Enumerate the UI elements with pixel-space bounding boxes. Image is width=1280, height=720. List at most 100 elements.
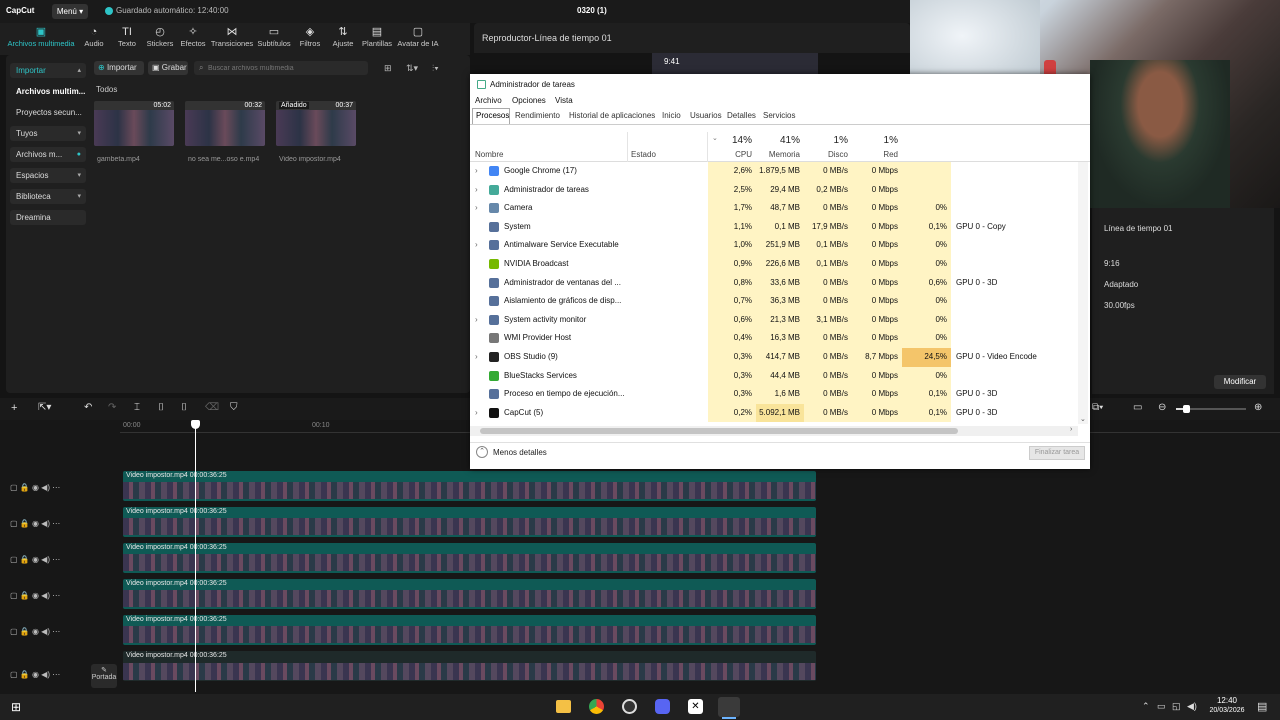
expand-chevron-icon[interactable]: › bbox=[475, 236, 478, 255]
sidebar-item-files[interactable]: Archivos m... ● bbox=[10, 147, 86, 162]
process-row[interactable]: NVIDIA Broadcast 0,9% 226,6 MB 0,1 MB/s 0 Mb… bbox=[470, 255, 1075, 274]
sidebar-item-library[interactable]: Biblioteca ▾ bbox=[10, 189, 86, 204]
media-thumb[interactable]: 05:02 bbox=[94, 101, 174, 146]
process-row[interactable]: BlueStacks Services 0,3% 44,4 MB 0 MB/s 0 Mb… bbox=[470, 366, 1075, 386]
process-row[interactable]: › OBS Studio (9) 0,3% 414,7 MB 0 MB/s 8,7 Mbp… bbox=[470, 348, 1075, 367]
zoom-slider-handle[interactable] bbox=[1183, 405, 1190, 413]
scroll-thumb[interactable] bbox=[480, 428, 958, 434]
process-row[interactable]: › Camera 1,7% 48,7 MB 0 MB/s 0 Mbps 0% bbox=[470, 199, 1075, 218]
tab-details[interactable]: Detalles bbox=[727, 111, 756, 123]
discord-icon[interactable] bbox=[655, 699, 670, 714]
collapse-icon[interactable]: ⌃ bbox=[476, 446, 488, 458]
expand-chevron-icon[interactable]: › bbox=[475, 311, 478, 330]
menu-file[interactable]: Archivo bbox=[475, 96, 502, 105]
process-row[interactable]: › Google Chrome (17) 2,6% 1.879,5 MB 0 MB/s 0… bbox=[470, 162, 1075, 181]
redo-icon[interactable]: ↷ bbox=[108, 402, 116, 413]
zoom-in-icon[interactable]: ⊕ bbox=[1254, 402, 1262, 413]
tool-effects[interactable]: ✧ Efectos bbox=[176, 25, 210, 48]
header-status[interactable]: Estado bbox=[631, 150, 656, 159]
process-row[interactable]: System 1,1% 0,1 MB 17,9 MB/s 0 Mbps 0,1% GPU 0… bbox=[470, 217, 1075, 237]
capcut-icon[interactable]: ✕ bbox=[688, 699, 703, 714]
clip[interactable]: Video impostor.mp4 00:00:36:25 bbox=[123, 507, 816, 537]
modify-button[interactable]: Modificar bbox=[1214, 375, 1266, 389]
sidebar-item-yours[interactable]: Tuyos ▾ bbox=[10, 126, 86, 141]
record-button[interactable]: ▣ Grabar bbox=[148, 61, 188, 75]
tool-transitions[interactable]: ⋈ Transiciones bbox=[210, 25, 254, 48]
tool-ai-avatar[interactable]: ▢ Avatar de IA bbox=[396, 25, 440, 48]
tool-adjust[interactable]: ⇅ Ajuste bbox=[326, 25, 360, 48]
process-row[interactable]: Administrador de ventanas del ... 0,8% 33,… bbox=[470, 273, 1075, 293]
expand-chevron-icon[interactable]: › bbox=[475, 162, 478, 181]
tab-performance[interactable]: Rendimiento bbox=[515, 111, 560, 123]
search-input[interactable] bbox=[194, 61, 368, 75]
expand-chevron-icon[interactable]: › bbox=[475, 181, 478, 200]
windows-start-icon[interactable]: ⊞ bbox=[11, 700, 21, 714]
clip-main[interactable]: Video impostor.mp4 00:00:36:25 bbox=[123, 651, 816, 681]
process-row[interactable]: › Administrador de tareas 2,5% 29,4 MB 0,2 M… bbox=[470, 180, 1075, 200]
network-icon[interactable]: ◱ bbox=[1172, 701, 1181, 712]
less-details-link[interactable]: Menos detalles bbox=[493, 448, 547, 457]
tray-chevron-icon[interactable]: ⌃ bbox=[1142, 701, 1150, 712]
volume-icon[interactable]: ◀) bbox=[1187, 701, 1197, 712]
trim-right-icon[interactable]: ⌷ bbox=[181, 402, 187, 413]
clock-date[interactable]: 20/03/2026 bbox=[1202, 707, 1252, 714]
tool-audio[interactable]: ◔ Audio bbox=[76, 25, 112, 48]
undo-icon[interactable]: ↶ bbox=[84, 402, 92, 413]
filter-icon[interactable]: ⫶▾ bbox=[432, 63, 439, 74]
header-name[interactable]: Nombre bbox=[475, 150, 503, 159]
sidebar-item-media[interactable]: Archivos multim... bbox=[10, 84, 86, 99]
sidebar-item-spaces[interactable]: Espacios ▾ bbox=[10, 168, 86, 183]
process-row[interactable]: Proceso en tiempo de ejecución... 0,3% 1,6… bbox=[470, 385, 1075, 404]
scroll-down-icon[interactable]: ⌄ bbox=[1080, 415, 1086, 423]
sidebar-item-import[interactable]: Importar ▴ bbox=[10, 63, 86, 78]
process-row[interactable]: › System activity monitor 0,6% 21,3 MB 3,1 M… bbox=[470, 310, 1075, 330]
player-preview[interactable]: 9:41 bbox=[652, 53, 818, 75]
tray-app-icon[interactable]: ▭ bbox=[1157, 701, 1166, 712]
import-button[interactable]: ⊕ Importar bbox=[94, 61, 144, 75]
tool-templates[interactable]: ▤ Plantillas bbox=[358, 25, 396, 48]
grid-view-icon[interactable]: ⊞ bbox=[384, 63, 392, 74]
sidebar-item-dreamina[interactable]: Dreamina bbox=[10, 210, 86, 225]
end-task-button[interactable]: Finalizar tarea bbox=[1029, 446, 1085, 460]
tab-app-history[interactable]: Historial de aplicaciones bbox=[569, 111, 655, 123]
expand-chevron-icon[interactable]: › bbox=[475, 199, 478, 218]
taskmgr-taskbar-icon[interactable] bbox=[718, 697, 740, 717]
menu-options[interactable]: Opciones bbox=[512, 96, 546, 105]
scroll-right-icon[interactable]: › bbox=[1070, 426, 1072, 433]
tool-text[interactable]: TI Texto bbox=[110, 25, 144, 48]
expand-chevron-icon[interactable]: › bbox=[475, 348, 478, 367]
tool-media[interactable]: ▣ Archivos multimedia bbox=[6, 25, 76, 48]
vertical-scrollbar[interactable]: ⌄ bbox=[1078, 162, 1088, 424]
cover-button[interactable]: ✎ Portada bbox=[91, 664, 117, 688]
chrome-icon[interactable] bbox=[589, 699, 604, 714]
obs-icon[interactable] bbox=[622, 699, 637, 714]
header-memory[interactable]: Memoria bbox=[756, 150, 804, 159]
file-explorer-icon[interactable] bbox=[556, 700, 571, 713]
playhead[interactable] bbox=[195, 420, 196, 692]
tool-stickers[interactable]: ◴ Stickers bbox=[142, 25, 178, 48]
header-cpu[interactable]: CPU bbox=[708, 150, 756, 159]
clip[interactable]: Video impostor.mp4 00:00:36:25 bbox=[123, 471, 816, 501]
zoom-out-icon[interactable]: ⊖ bbox=[1158, 402, 1166, 413]
preview-icon[interactable]: ▭ bbox=[1133, 402, 1142, 413]
split-icon[interactable]: ⌶ bbox=[134, 402, 140, 413]
tab-services[interactable]: Servicios bbox=[763, 111, 795, 123]
media-thumb[interactable]: Añadido 00:37 bbox=[276, 101, 356, 146]
tool-subtitles[interactable]: ▭ Subtítulos bbox=[254, 25, 294, 48]
tab-users[interactable]: Usuarios bbox=[690, 111, 722, 123]
snap-icon[interactable]: ⧉▾ bbox=[1092, 402, 1103, 413]
select-tool-icon[interactable]: ⇱▾ bbox=[38, 402, 51, 413]
clip[interactable]: Video impostor.mp4 00:00:36:25 bbox=[123, 579, 816, 609]
tool-filters[interactable]: ◈ Filtros bbox=[294, 25, 326, 48]
tab-startup[interactable]: Inicio bbox=[662, 111, 681, 123]
sort-icon[interactable]: ⇅▾ bbox=[406, 63, 418, 74]
trim-left-icon[interactable]: ⌷ bbox=[158, 402, 164, 413]
notifications-icon[interactable]: ▤ bbox=[1257, 700, 1267, 713]
clip[interactable]: Video impostor.mp4 00:00:36:25 bbox=[123, 615, 816, 645]
playhead-handle[interactable] bbox=[191, 420, 200, 429]
sidebar-item-subprojects[interactable]: Proyectos secun... bbox=[10, 105, 86, 120]
shield-icon[interactable]: ⛉ bbox=[230, 402, 238, 413]
process-row[interactable]: › Antimalware Service Executable 1,0% 251,9… bbox=[470, 236, 1075, 255]
process-row[interactable]: WMI Provider Host 0,4% 16,3 MB 0 MB/s 0 Mbps… bbox=[470, 329, 1075, 348]
menu-button[interactable]: Menú ▾ bbox=[52, 4, 88, 19]
